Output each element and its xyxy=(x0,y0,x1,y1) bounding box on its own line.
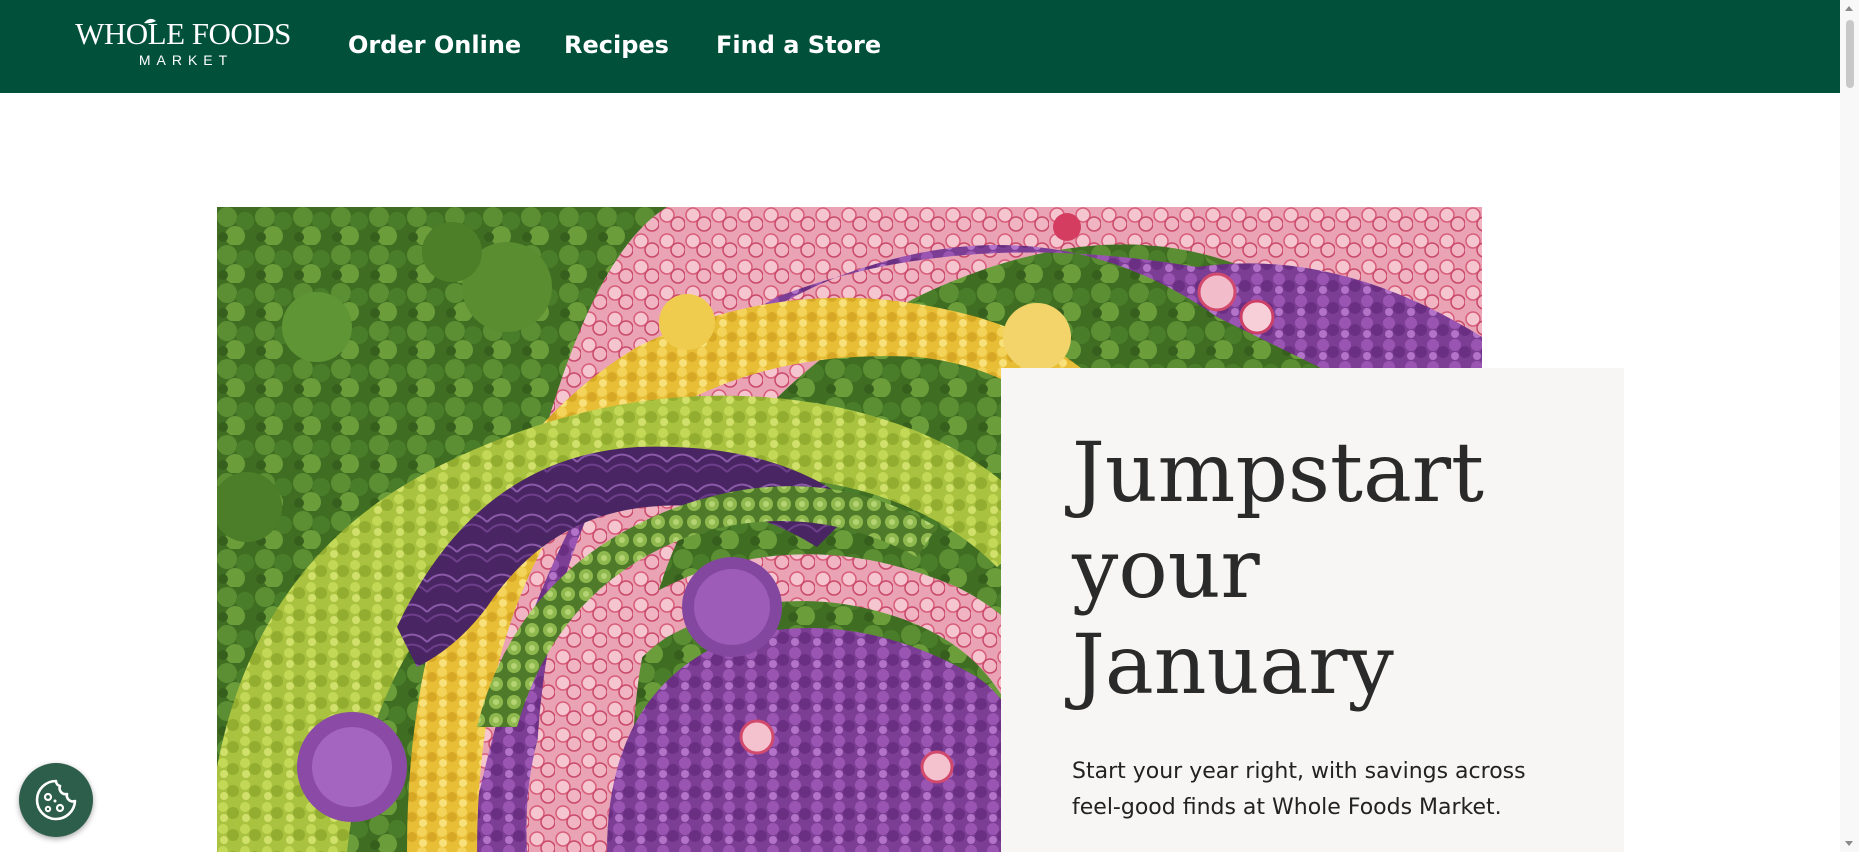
hero-title-line: your xyxy=(1072,522,1260,617)
hero-title: Jumpstart your January xyxy=(1072,426,1592,714)
scroll-up-arrow-icon[interactable] xyxy=(1845,6,1853,11)
logo-subtitle: MARKET xyxy=(138,52,234,68)
hero-title-line: Jumpstart xyxy=(1072,426,1485,521)
whole-foods-logo[interactable]: WHOLE FOODS MARKET xyxy=(74,16,292,78)
top-navigation-bar: WHOLE FOODS MARKET Order Online Recipes … xyxy=(0,0,1840,93)
hero-promo-card: Jumpstart your January Start your year r… xyxy=(1001,368,1624,852)
vertical-scrollbar[interactable] xyxy=(1840,0,1859,852)
scroll-down-arrow-icon[interactable] xyxy=(1845,841,1853,846)
nav-find-a-store-link[interactable]: Find a Store xyxy=(716,27,881,63)
nav-recipes-link[interactable]: Recipes xyxy=(564,27,669,63)
hero-subtitle-line: Start your year right, with savings acro… xyxy=(1072,759,1526,784)
cookie-preferences-button[interactable] xyxy=(19,763,93,837)
logo-wordmark: WHOLE FOODS xyxy=(75,16,291,51)
hero-title-line: January xyxy=(1072,618,1394,713)
leaf-icon xyxy=(144,18,156,24)
hero-subtitle: Start your year right, with savings acro… xyxy=(1072,754,1542,826)
page: WHOLE FOODS MARKET Order Online Recipes … xyxy=(0,0,1859,852)
cookie-icon xyxy=(35,779,77,821)
nav-order-online-link[interactable]: Order Online xyxy=(348,27,521,63)
scrollbar-thumb[interactable] xyxy=(1846,20,1854,88)
hero-subtitle-line: feel-good finds at Whole Foods Market. xyxy=(1072,795,1502,820)
